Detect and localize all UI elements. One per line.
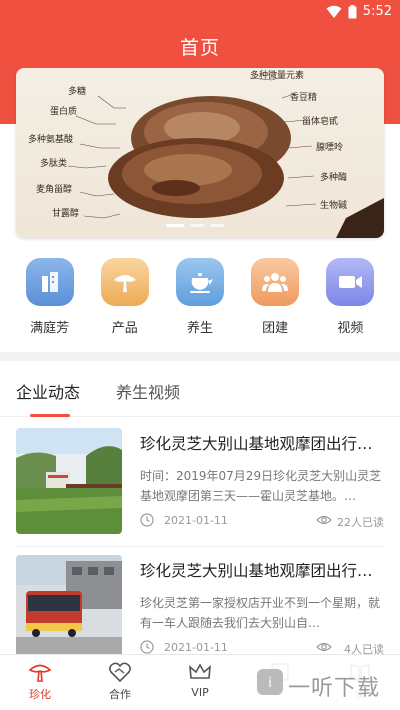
lingzhi-icon [100,258,149,306]
eye-icon [316,642,332,652]
article-title[interactable]: 珍化灵芝大别山基地观摩团出行… [140,432,384,454]
article-date: 2021-01-11 [164,641,228,654]
carousel-indicator [166,224,224,227]
banner-label: 腺嘌呤 [316,143,344,153]
article-thumbnail [16,428,122,534]
banner-label: 生物碱 [320,201,348,211]
eye-icon [316,515,332,525]
banner-label: 多种微量元素 [250,71,305,81]
teapot-icon [175,258,224,306]
tab-health-video[interactable]: 养生视频 [116,379,180,403]
svg-text:i: i [268,674,271,690]
article-separator [16,546,384,547]
article-summary: 珍化灵芝第一家授权店开业不到一个星期，就有一车人跟随去我们去大别山自… [140,596,381,630]
category-video[interactable]: 视频 [318,258,382,342]
article-thumbnail [16,555,122,661]
banner-label: 甾体皂甙 [302,117,339,127]
category-grid: 满庭芳 产品 养生 团建 视频 [0,258,400,342]
article-read-count: 22人已读 [337,516,384,529]
handshake-heart-icon [109,662,131,683]
category-team[interactable]: 团建 [243,258,307,342]
status-time: 5:52 [362,4,392,19]
lingzhi-icon [28,664,52,682]
category-health[interactable]: 养生 [168,258,232,342]
download-site-watermark: i 一听下载 [248,660,398,704]
tab-bar: 企业动态 养生视频 [0,361,400,417]
nav-item-cooperation[interactable]: 合作 [80,655,160,710]
category-product[interactable]: 产品 [93,258,157,342]
category-label: 满庭芳 [30,321,70,336]
crown-icon [189,663,211,679]
banner-label: 多种氨基酸 [28,135,74,145]
category-label: 养生 [186,321,213,336]
section-divider [0,352,400,361]
page-title: 首页 [179,37,220,59]
tab-company-news[interactable]: 企业动态 [16,379,80,403]
status-bar: 5:52 [0,0,400,26]
banner-label: 麦角甾醇 [36,185,73,195]
building-icon [25,258,74,306]
nav-item-vip[interactable]: VIP [160,655,240,710]
banner-label: 多糖 [68,87,87,97]
battery-icon [348,4,357,18]
banner-carousel[interactable]: 多糖 蛋白质 多种氨基酸 多肽类 麦角甾醇 甘露醇 多种微量元素 香豆精 甾体皂… [16,68,384,238]
nav-label: VIP [191,686,209,699]
article-meta: 2021-01-11 22人已读 [140,512,384,530]
video-camera-icon [326,258,375,306]
clock-icon [140,640,154,654]
banner-label: 甘露醇 [52,209,80,219]
clock-icon [140,513,154,527]
watermark-text: 一听下载 [288,676,381,701]
wifi-icon [326,5,342,18]
nav-label: 珍化 [29,688,51,701]
group-icon [251,258,300,306]
article-summary: 时间：2019年07月29日珍化灵芝大别山灵芝基地观摩团第三天——霍山灵芝基地。… [140,469,382,503]
category-label: 视频 [337,321,364,336]
category-mantingfang[interactable]: 满庭芳 [18,258,82,342]
tab-active-indicator [30,414,70,417]
app-header: 首页 [0,26,400,68]
article-item[interactable]: 珍化灵芝大别山基地观摩团出行… 时间：2019年07月29日珍化灵芝大别山灵芝基… [0,428,400,550]
article-date: 2021-01-11 [164,514,228,527]
carousel-dot[interactable] [210,224,224,227]
category-label: 团建 [262,321,289,336]
banner-label: 多种酶 [320,173,348,183]
carousel-dot[interactable] [190,224,204,227]
article-title[interactable]: 珍化灵芝大别山基地观摩团出行… [140,559,384,581]
banner-label: 蛋白质 [50,107,78,117]
carousel-dot[interactable] [166,224,184,227]
banner-label: 香豆精 [290,93,318,103]
status-icons: 5:52 [326,4,392,19]
banner-label: 多肽类 [40,159,68,169]
category-label: 产品 [111,321,138,336]
nav-item-zhenhua[interactable]: 珍化 [0,655,80,710]
nav-label: 合作 [109,688,131,701]
watermark-logo-icon: i [257,669,283,695]
